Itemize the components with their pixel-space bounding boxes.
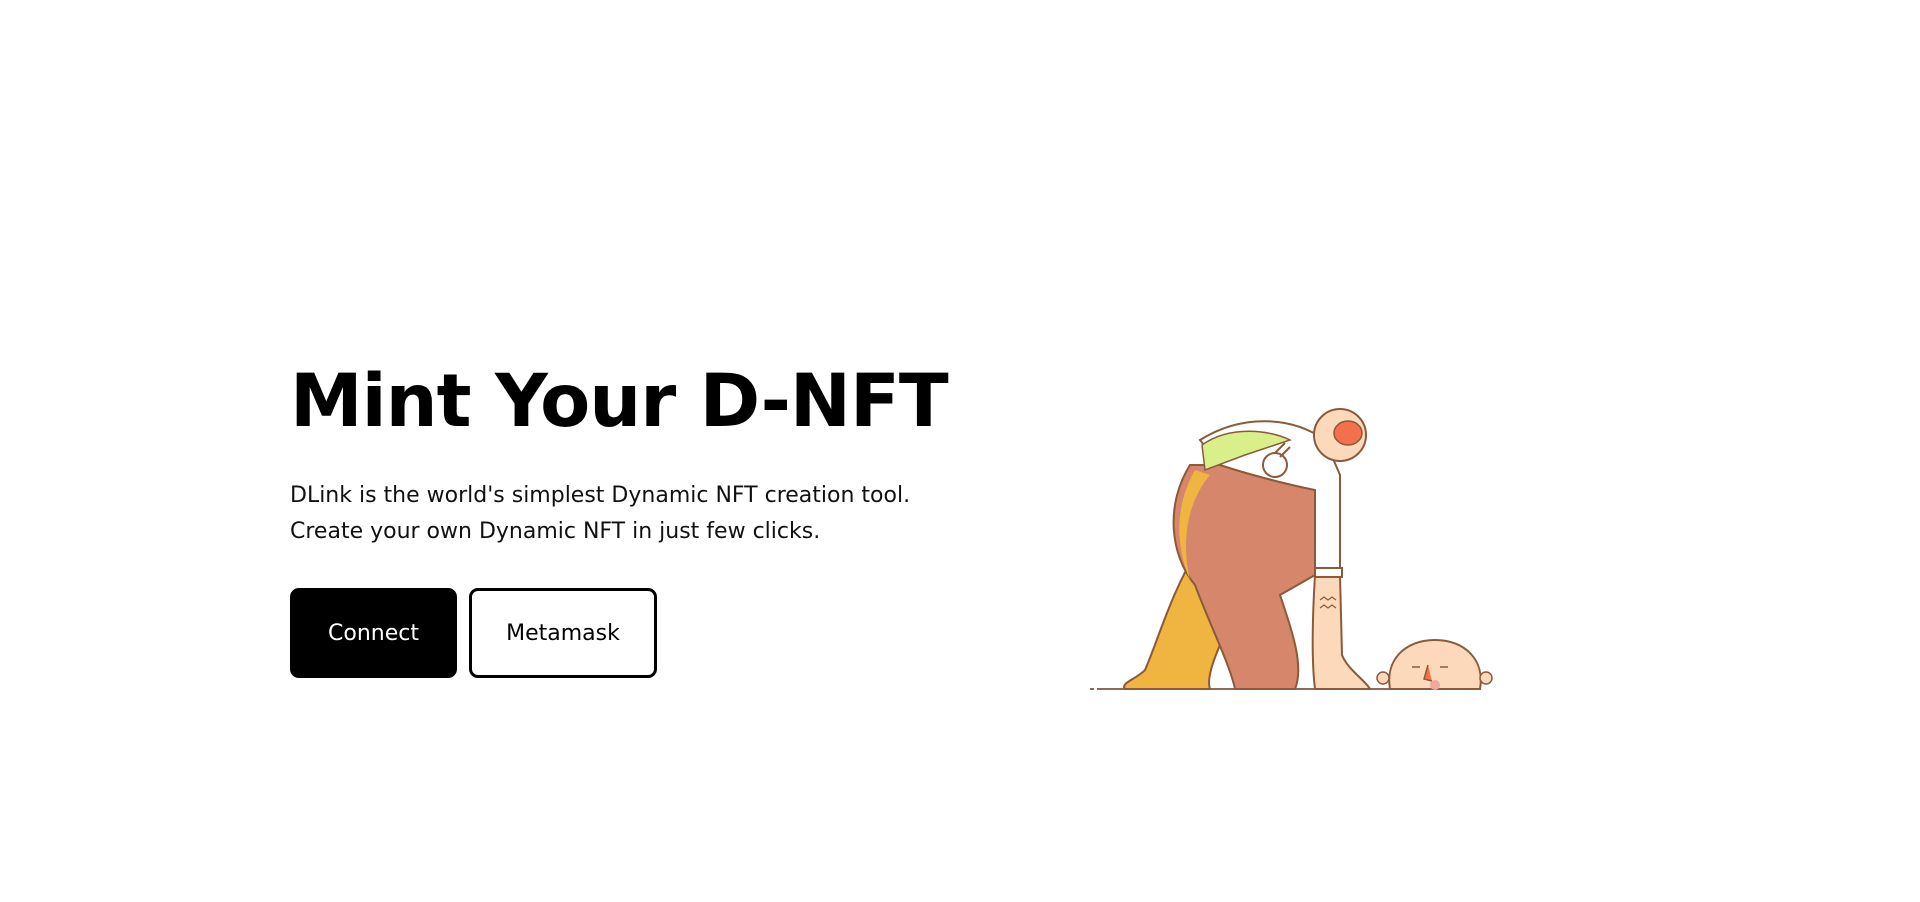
landing-page: Mint Your D-NFT DLink is the world's sim…	[0, 0, 1920, 902]
page-title: Mint Your D-NFT	[290, 359, 949, 444]
illustration-svg	[1090, 408, 1505, 690]
description-line-2: Create your own Dynamic NFT in just few …	[290, 519, 821, 544]
headless-figure-illustration	[1090, 395, 1505, 695]
connect-button[interactable]: Connect	[290, 588, 457, 678]
hero-section: Mint Your D-NFT DLink is the world's sim…	[290, 360, 990, 678]
action-buttons: Connect Metamask	[290, 588, 990, 678]
description-line-1: DLink is the world's simplest Dynamic NF…	[290, 483, 911, 508]
metamask-button[interactable]: Metamask	[469, 588, 657, 678]
hero-description: DLink is the world's simplest Dynamic NF…	[290, 478, 990, 550]
